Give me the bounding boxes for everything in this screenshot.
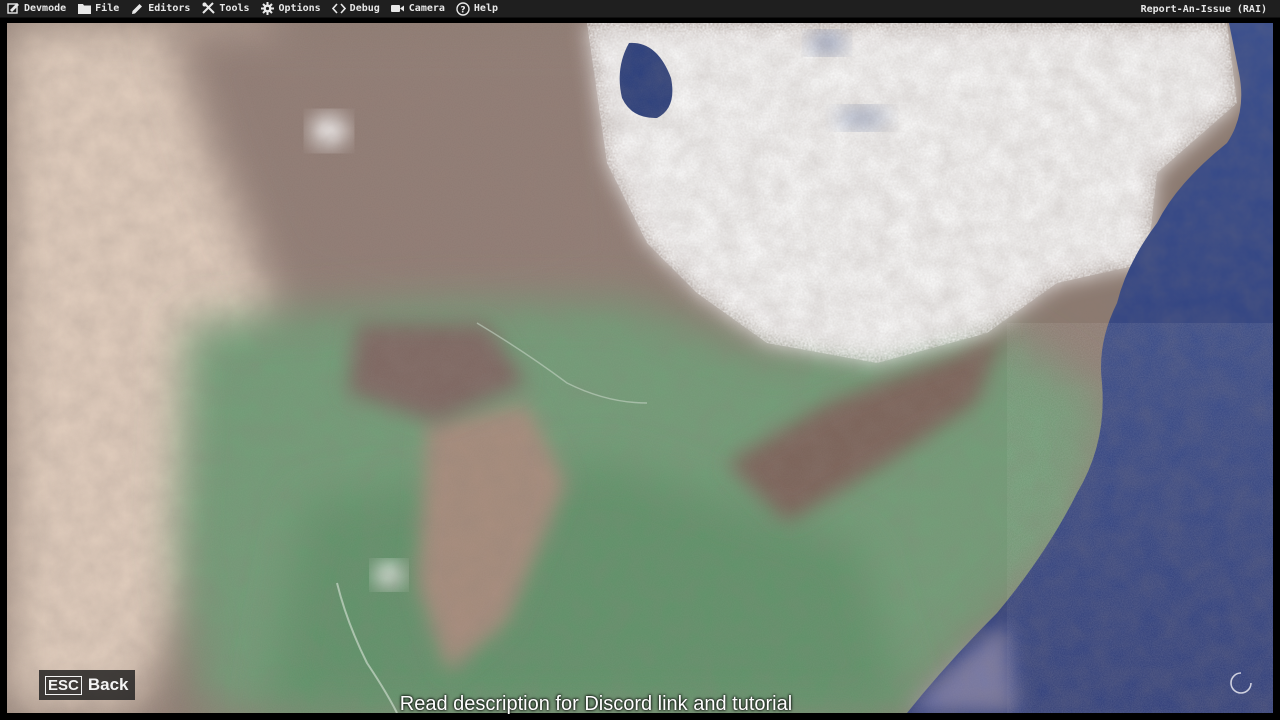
app-window: Devmode File Editors Tools Options Debug…: [0, 0, 1280, 720]
menu-devmode-label: Devmode: [24, 3, 67, 14]
menu-editors[interactable]: Editors: [130, 0, 190, 18]
esc-key-badge: ESC: [45, 675, 82, 695]
video-caption: Read description for Discord link and tu…: [399, 693, 793, 715]
tools-icon: [201, 2, 215, 16]
menu-bar: Devmode File Editors Tools Options Debug…: [0, 0, 1280, 18]
menu-help-label: Help: [473, 3, 498, 14]
menu-help[interactable]: ? Help: [456, 0, 498, 18]
menu-options[interactable]: Options: [261, 0, 321, 18]
svg-text:?: ?: [460, 5, 465, 15]
camera-icon: [391, 2, 405, 16]
menu-debug-label: Debug: [349, 3, 380, 14]
menu-camera[interactable]: Camera: [391, 0, 445, 18]
terrain-map: [7, 23, 1273, 713]
help-circle-icon: ?: [456, 1, 470, 16]
menu-editors-label: Editors: [148, 3, 191, 14]
menu-file[interactable]: File: [77, 0, 119, 18]
menu-tools[interactable]: Tools: [201, 0, 250, 18]
devmode-icon: [6, 2, 20, 16]
folder-icon: [77, 2, 91, 16]
menu-debug[interactable]: Debug: [331, 0, 380, 18]
code-brackets-icon: [331, 2, 346, 16]
back-label: Back: [87, 675, 129, 694]
menu-options-label: Options: [278, 3, 321, 14]
gear-icon: [261, 2, 275, 16]
pencil-icon: [130, 2, 144, 16]
report-issue-label: Report-An-Issue (RAI): [1140, 3, 1267, 15]
game-viewport[interactable]: [7, 23, 1273, 713]
menu-tools-label: Tools: [219, 3, 250, 14]
report-issue-button[interactable]: Report-An-Issue (RAI): [1141, 0, 1267, 18]
menu-file-label: File: [95, 3, 120, 14]
menu-devmode[interactable]: Devmode: [6, 0, 66, 18]
loading-spinner-icon: [1229, 671, 1253, 695]
menu-camera-label: Camera: [408, 3, 445, 14]
